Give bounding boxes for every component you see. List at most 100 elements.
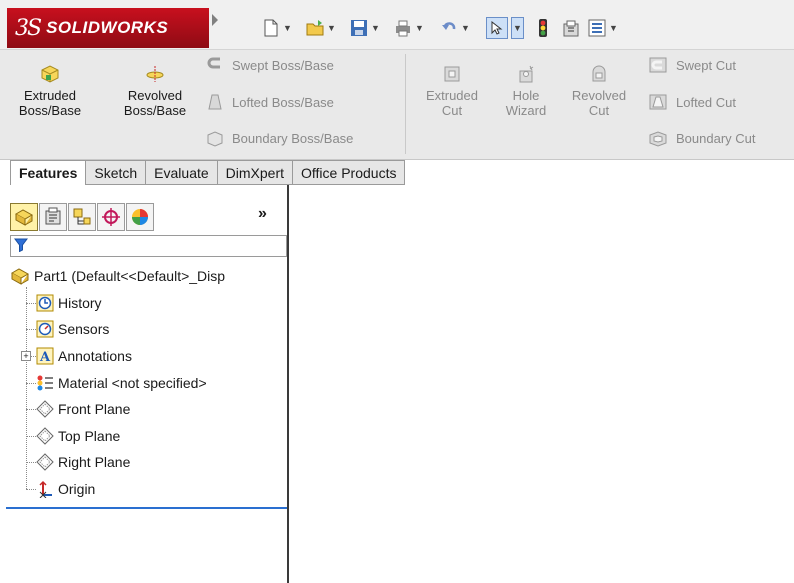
tree-filter-input[interactable] — [10, 235, 287, 257]
extruded-cut-button[interactable]: Extruded Cut — [414, 64, 490, 118]
dimxpert-icon — [102, 208, 120, 226]
boundary-boss-label: Boundary Boss/Base — [232, 130, 354, 146]
tree-branch-line — [26, 489, 36, 490]
boundary-cut-icon — [649, 131, 667, 147]
lofted-cut-button[interactable]: Lofted Cut — [648, 93, 736, 111]
tree-item-annotations[interactable]: A Annotations — [36, 345, 132, 367]
extruded-boss-button[interactable]: Extruded Boss/Base — [10, 64, 90, 118]
tree-item-sensors[interactable]: Sensors — [36, 318, 109, 340]
feature-manager-tab[interactable] — [10, 203, 38, 231]
tree-item-material[interactable]: Material <not specified> — [36, 372, 207, 394]
new-document-icon — [264, 19, 278, 37]
new-document-button[interactable]: ▼ — [262, 17, 292, 39]
tree-item-right-plane[interactable]: Right Plane — [36, 451, 130, 473]
select-button[interactable]: ▼ — [486, 17, 524, 39]
tree-item-top-plane[interactable]: Top Plane — [36, 425, 120, 447]
tree-item-label: Sensors — [58, 321, 110, 337]
swept-boss-icon — [207, 57, 220, 69]
swept-cut-button[interactable]: Swept Cut — [648, 56, 736, 74]
brand-name: SOLIDWORKS — [46, 18, 169, 37]
tree-branch-line — [26, 436, 36, 437]
options-button[interactable]: ▼ — [588, 17, 618, 39]
lofted-cut-label: Lofted Cut — [676, 94, 736, 110]
tree-item-label: Annotations — [58, 348, 132, 364]
chevron-down-icon[interactable]: ▼ — [371, 23, 380, 33]
property-manager-tab[interactable] — [39, 203, 67, 231]
revolved-cut-icon — [592, 65, 606, 82]
undo-button[interactable]: ▼ — [440, 17, 470, 39]
tree-root-part[interactable]: Part1 (Default<<Default>_Disp — [10, 265, 225, 287]
annotations-icon: A — [36, 347, 54, 365]
tab-sketch[interactable]: Sketch — [86, 160, 147, 185]
print-icon — [396, 20, 410, 37]
chevron-down-icon[interactable]: ▼ — [461, 23, 470, 33]
tab-features[interactable]: Features — [10, 160, 87, 186]
chevron-down-icon[interactable]: ▼ — [283, 23, 292, 33]
display-manager-icon — [132, 209, 148, 225]
menu-expand-arrow-icon[interactable] — [212, 14, 218, 26]
chevron-down-icon[interactable]: ▼ — [327, 23, 336, 33]
boundary-cut-button[interactable]: Boundary Cut — [648, 129, 756, 147]
revolved-cut-label: Revolved Cut — [571, 88, 627, 118]
rebuild-button[interactable] — [538, 17, 548, 39]
plane-icon — [36, 453, 54, 471]
file-properties-icon — [563, 20, 579, 37]
boundary-boss-button[interactable]: Boundary Boss/Base — [206, 129, 353, 147]
print-button[interactable]: ▼ — [394, 17, 424, 39]
svg-text:A: A — [39, 350, 51, 365]
traffic-light-icon — [539, 19, 547, 37]
origin-icon — [39, 480, 52, 498]
undo-icon — [442, 22, 456, 30]
filter-funnel-icon — [14, 238, 28, 252]
solidworks-logo[interactable]: 3S SOLIDWORKS — [7, 8, 209, 48]
chevron-down-icon[interactable]: ▼ — [511, 17, 524, 39]
tree-branch-line — [26, 462, 36, 463]
lofted-boss-button[interactable]: Lofted Boss/Base — [206, 93, 334, 111]
ribbon-separator — [405, 54, 406, 154]
save-button[interactable]: ▼ — [350, 17, 380, 39]
tree-item-origin[interactable]: Origin — [36, 478, 95, 500]
tree-item-history[interactable]: History — [36, 292, 102, 314]
swept-boss-button[interactable]: Swept Boss/Base — [206, 56, 334, 74]
swept-cut-label: Swept Cut — [676, 57, 736, 73]
plane-icon — [36, 427, 54, 445]
more-tabs-button[interactable]: » — [258, 205, 267, 223]
chevron-down-icon[interactable]: ▼ — [609, 23, 618, 33]
display-manager-tab[interactable] — [126, 203, 154, 231]
options-list-icon — [588, 19, 606, 37]
plane-icon — [36, 400, 54, 418]
part-label: Part1 (Default<<Default>_Disp — [34, 268, 226, 284]
feature-manager-icon — [14, 209, 34, 226]
chevron-down-icon[interactable]: ▼ — [415, 23, 424, 33]
command-manager-ribbon: Extruded Boss/Base Revolved Boss/Base Sw… — [0, 50, 794, 160]
manager-tabs — [10, 203, 155, 231]
file-properties-button[interactable] — [562, 17, 580, 39]
revolved-boss-icon — [146, 66, 164, 82]
configuration-manager-icon — [73, 208, 91, 225]
graphics-area[interactable] — [290, 185, 794, 583]
revolved-boss-label: Revolved Boss/Base — [123, 88, 187, 118]
property-manager-icon — [45, 207, 61, 225]
tree-item-label: Material <not specified> — [58, 375, 207, 391]
tab-evaluate[interactable]: Evaluate — [146, 160, 218, 185]
hole-wizard-button[interactable]: Hole Wizard — [498, 64, 554, 118]
save-icon — [351, 20, 367, 36]
extruded-cut-icon — [444, 66, 460, 82]
open-button[interactable]: ▼ — [306, 17, 336, 39]
lofted-boss-label: Lofted Boss/Base — [232, 94, 334, 110]
feature-manager-panel: » Part1 (Default<<Default>_Disp History … — [6, 185, 289, 583]
feature-tree: Part1 (Default<<Default>_Disp History Se… — [6, 265, 287, 500]
tree-item-front-plane[interactable]: Front Plane — [36, 398, 130, 420]
revolved-boss-button[interactable]: Revolved Boss/Base — [114, 64, 196, 118]
configuration-manager-tab[interactable] — [68, 203, 96, 231]
tree-branch-line — [26, 303, 36, 304]
tree-item-label: Right Plane — [58, 454, 131, 470]
dimxpert-manager-tab[interactable] — [97, 203, 125, 231]
tree-end-divider — [6, 507, 287, 509]
revolved-cut-button[interactable]: Revolved Cut — [564, 64, 634, 118]
boundary-boss-icon — [207, 131, 223, 147]
tab-dimxpert[interactable]: DimXpert — [217, 160, 294, 185]
expand-annotations-icon[interactable]: + — [21, 351, 31, 361]
tree-item-label: Front Plane — [58, 401, 131, 417]
tab-office-products[interactable]: Office Products — [293, 160, 406, 185]
